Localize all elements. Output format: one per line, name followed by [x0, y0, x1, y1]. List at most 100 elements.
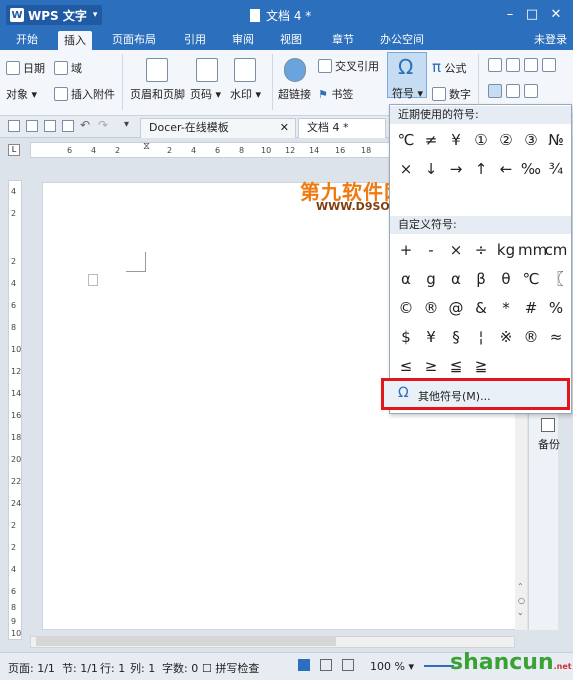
symbol-cell[interactable]: ≧ — [468, 354, 494, 378]
symbol-cell[interactable]: $ — [393, 325, 419, 349]
table-icon[interactable] — [524, 58, 538, 72]
insert-attachment-button[interactable]: 插入附件 — [54, 86, 115, 102]
more-symbols-button[interactable]: Ω 其他符号(M)... — [381, 378, 570, 410]
number-button[interactable]: 数字 — [432, 86, 471, 102]
symbol-cell[interactable]: ≦ — [443, 354, 469, 378]
symbol-cell[interactable]: α — [393, 267, 419, 291]
symbol-cell[interactable]: ® — [418, 296, 444, 320]
symbol-cell[interactable]: β — [468, 267, 494, 291]
object-button[interactable]: 对象 ▾ — [6, 86, 37, 102]
paste-options-icon[interactable] — [88, 274, 98, 286]
zoom-level[interactable]: 100 % ▾ — [370, 660, 414, 673]
status-page[interactable]: 页面: 1/1 — [8, 660, 55, 676]
symbol-cell[interactable]: kg — [493, 238, 519, 262]
symbol-cell[interactable]: ↓ — [418, 157, 444, 181]
symbol-cell[interactable]: - — [418, 238, 444, 262]
backup-icon[interactable] — [541, 418, 555, 432]
symbol-cell[interactable]: § — [443, 325, 469, 349]
eraser-icon[interactable] — [506, 84, 520, 98]
symbol-cell[interactable]: ※ — [493, 325, 519, 349]
minimize-button[interactable]: – — [500, 6, 520, 24]
status-row[interactable]: 行: 1 — [100, 660, 125, 676]
symbol-cell[interactable]: ¾ — [543, 157, 569, 181]
indent-marker-icon[interactable]: ⧖ — [143, 141, 150, 152]
customize-dropdown-icon[interactable]: ▾ — [124, 119, 129, 130]
symbol-cell[interactable]: * — [493, 296, 519, 320]
tab-chapter[interactable]: 章节 — [326, 30, 360, 50]
outline-view-icon[interactable] — [320, 659, 332, 671]
app-menu-button[interactable]: W WPS 文字 ▾ — [6, 5, 102, 25]
symbol-cell[interactable]: mm — [518, 238, 547, 262]
symbol-cell[interactable]: × — [393, 157, 419, 181]
bookmark-button[interactable]: ⚑ 书签 — [318, 86, 353, 102]
maximize-button[interactable]: □ — [522, 6, 542, 24]
symbol-cell[interactable]: g — [418, 267, 444, 291]
save-icon[interactable] — [26, 120, 38, 132]
symbol-cell[interactable]: ® — [518, 325, 544, 349]
symbol-cell[interactable]: ¥ — [443, 128, 469, 152]
tab-references[interactable]: 引用 — [178, 30, 212, 50]
symbol-cell[interactable]: ↑ — [468, 157, 494, 181]
form-icon[interactable] — [488, 84, 502, 98]
header-footer-button[interactable]: 页眉和页脚 — [130, 86, 185, 102]
symbol-cell[interactable]: @ — [443, 296, 469, 320]
watermark-button[interactable]: 水印 ▾ — [230, 86, 261, 102]
print-preview-icon[interactable] — [62, 120, 74, 132]
symbol-cell[interactable]: ≥ — [418, 354, 444, 378]
symbol-cell[interactable]: & — [468, 296, 494, 320]
symbol-cell[interactable]: # — [518, 296, 544, 320]
horizontal-scrollbar-thumb[interactable] — [36, 637, 336, 646]
tab-start[interactable]: 开始 — [10, 30, 44, 50]
close-tab-icon[interactable]: ✕ — [280, 119, 289, 137]
status-word-count[interactable]: 字数: 0 — [162, 660, 198, 676]
symbol-cell[interactable]: ≈ — [543, 325, 569, 349]
symbol-cell[interactable]: 〖 — [543, 267, 569, 291]
lock-icon[interactable] — [524, 84, 538, 98]
symbol-cell[interactable]: ¦ — [468, 325, 494, 349]
login-status[interactable]: 未登录 — [534, 30, 567, 50]
spell-check-toggle[interactable]: ☐ 拼写检查 — [202, 660, 259, 676]
prev-page-icon[interactable]: ⌃ — [517, 582, 524, 591]
symbol-cell[interactable]: ‰ — [518, 157, 544, 181]
tab-insert[interactable]: 插入 — [58, 31, 92, 51]
symbol-cell[interactable]: ← — [493, 157, 519, 181]
date-button[interactable]: 日期 — [6, 60, 45, 76]
formula-button[interactable]: π 公式 — [432, 58, 467, 76]
undo-icon[interactable]: ↶ — [80, 118, 90, 132]
redo-icon[interactable]: ↷ — [98, 118, 108, 132]
close-button[interactable]: ✕ — [546, 6, 566, 24]
cross-reference-button[interactable]: 交叉引用 — [318, 58, 379, 74]
symbol-cell[interactable]: θ — [493, 267, 519, 291]
symbol-cell[interactable]: ③ — [518, 128, 544, 152]
field-button[interactable]: 域 — [54, 60, 82, 76]
symbol-cell[interactable]: ℃ — [518, 267, 544, 291]
symbol-cell[interactable]: cm — [543, 238, 569, 262]
status-column[interactable]: 列: 1 — [130, 660, 155, 676]
symbol-cell[interactable]: + — [393, 238, 419, 262]
tab-document-4[interactable]: 文档 4 * — [298, 118, 386, 138]
next-page-icon[interactable]: ⌄ — [517, 608, 524, 617]
symbol-cell[interactable]: ≤ — [393, 354, 419, 378]
tab-docer-templates[interactable]: Docer-在线模板 ✕ — [140, 118, 296, 138]
list-icon[interactable] — [542, 58, 556, 72]
symbol-cell[interactable]: α — [443, 267, 469, 291]
open-icon[interactable] — [8, 120, 20, 132]
symbol-cell[interactable]: × — [443, 238, 469, 262]
checkbox-icon[interactable] — [506, 58, 520, 72]
textbox-icon[interactable] — [488, 58, 502, 72]
tab-page-layout[interactable]: 页面布局 — [106, 30, 162, 50]
print-icon[interactable] — [44, 120, 56, 132]
symbol-cell[interactable]: ÷ — [468, 238, 494, 262]
backup-label[interactable]: 备份 — [538, 436, 560, 452]
select-browse-icon[interactable]: ○ — [518, 596, 525, 605]
page-number-button[interactable]: 页码 ▾ — [190, 86, 221, 102]
symbol-cell[interactable]: © — [393, 296, 419, 320]
tab-review[interactable]: 审阅 — [226, 30, 260, 50]
horizontal-ruler[interactable]: 6 4 2 ⧖ 2 4 6 8 10 12 14 16 18 — [30, 141, 390, 158]
page-view-icon[interactable] — [298, 659, 310, 671]
symbol-button[interactable]: Ω 符号 ▾ — [387, 52, 427, 100]
hyperlink-button[interactable]: 超链接 — [278, 86, 311, 102]
symbol-cell[interactable]: → — [443, 157, 469, 181]
tab-office-space[interactable]: 办公空间 — [374, 30, 430, 50]
symbol-cell[interactable]: ① — [468, 128, 494, 152]
